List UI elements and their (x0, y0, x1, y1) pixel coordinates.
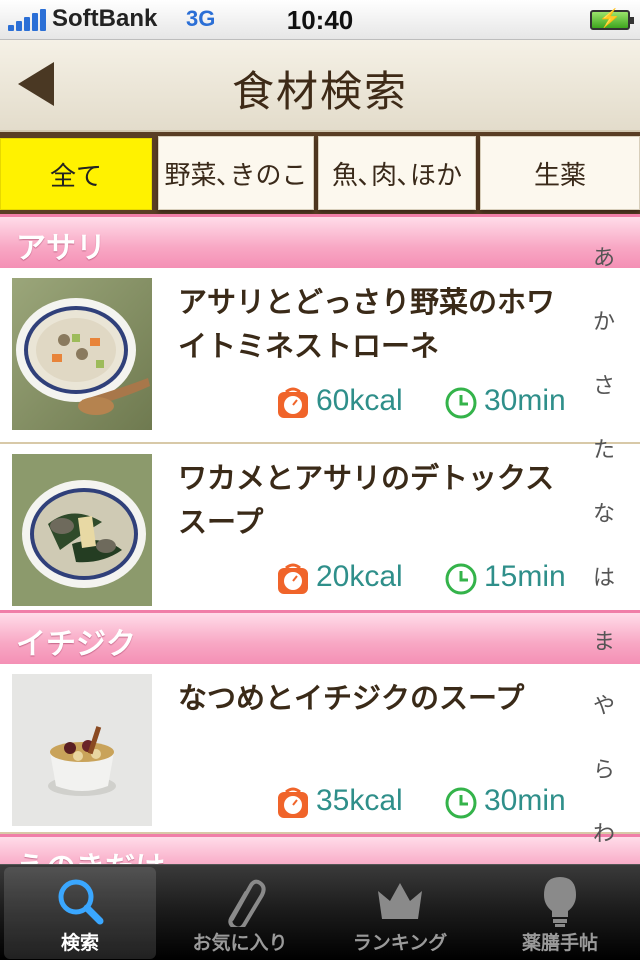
tab-notebook[interactable]: 薬膳手帖 (484, 867, 636, 959)
app-screen: SoftBank 3G 10:40 ⚡ 食材検索 全て 野菜､きのこ 魚､肉､ほ… (0, 0, 640, 960)
calories-value: 60kcal (316, 384, 403, 417)
index-letter[interactable]: わ (582, 816, 626, 848)
crown-icon (378, 883, 422, 919)
index-letter[interactable]: ら (582, 752, 626, 784)
page-title: 食材検索 (231, 67, 408, 116)
lightbulb-icon (544, 877, 576, 927)
recipe-row[interactable]: なつめとイチジクのスープ 35kcal 30min (0, 664, 640, 834)
clock-icon (445, 387, 477, 419)
section-label: イチジク (16, 627, 136, 662)
clock-icon (445, 563, 477, 595)
recipe-row[interactable]: ワカメとアサリのデトックススープ 20kcal 15min (0, 444, 640, 620)
index-letter[interactable]: ま (582, 624, 626, 656)
tab-herbal-medicine[interactable]: 生薬 (480, 136, 640, 210)
tab-ranking[interactable]: ランキング (324, 867, 476, 959)
tab-favorites[interactable]: お気に入り (164, 867, 316, 959)
tab-vegetables-mushrooms[interactable]: 野菜､きのこ (158, 136, 314, 210)
recipe-row[interactable]: アサリとどっさり野菜のホワイトミネストローネ 60kcal 30min (0, 268, 640, 444)
index-letter[interactable]: は (582, 560, 626, 592)
tab-search[interactable]: 検索 (4, 867, 156, 959)
index-letter[interactable]: か (582, 304, 626, 336)
scale-icon (278, 387, 308, 418)
recipe-photo (12, 278, 152, 430)
cooking-time-value: 30min (484, 384, 566, 417)
scale-icon (278, 787, 308, 818)
navigation-bar: 食材検索 (0, 40, 640, 132)
calories-value: 35kcal (316, 784, 403, 817)
index-letter[interactable]: な (582, 496, 626, 528)
recipe-title: なつめとイチジクのスープ (178, 681, 525, 715)
tab-label: 薬膳手帖 (521, 932, 598, 954)
tab-fish-meat-other[interactable]: 魚､肉､ほか (318, 136, 476, 210)
section-header: イチジク (0, 610, 640, 664)
section-label: アサリ (16, 231, 106, 266)
section-header: アサリ (0, 214, 640, 268)
calories-value: 20kcal (316, 560, 403, 593)
scale-icon (278, 563, 308, 594)
tab-label: お気に入り (192, 932, 288, 954)
index-letter[interactable]: さ (582, 368, 626, 400)
kana-index[interactable]: あ か さ た な は ま や ら わ (582, 230, 626, 850)
index-letter[interactable]: あ (582, 240, 626, 272)
index-letter[interactable]: た (582, 432, 626, 464)
section-label: えのきだけ (16, 843, 165, 864)
index-letter[interactable]: や (582, 688, 626, 720)
paperclip-icon (228, 879, 266, 927)
search-icon (58, 879, 104, 925)
clock: 10:40 (286, 5, 354, 35)
cooking-time-value: 15min (484, 560, 566, 593)
tab-label: ランキング (352, 932, 448, 954)
recipe-title: ワカメとアサリのデトックススープ (178, 461, 555, 539)
section-header: えのきだけ (0, 834, 640, 864)
status-bar: SoftBank 3G 10:40 ⚡ (0, 0, 640, 40)
clock-icon (445, 787, 477, 819)
tab-all[interactable]: 全て (0, 138, 152, 210)
recipe-photo (12, 674, 152, 826)
bottom-tab-bar: 検索 お気に入り ランキング 薬膳手帖 (0, 864, 640, 960)
cooking-time-value: 30min (484, 784, 566, 817)
recipe-list[interactable]: アサリ アサリとどっさり野菜のホワイトミネストローネ 60kcal 30min … (0, 214, 640, 864)
category-tabs: 全て 野菜､きのこ 魚､肉､ほか 生薬 (0, 132, 640, 214)
charging-icon: ⚡ (598, 8, 622, 28)
recipe-title: アサリとどっさり野菜のホワイトミネストローネ (178, 285, 556, 363)
battery-icon: ⚡ (590, 8, 634, 30)
recipe-photo (12, 454, 152, 606)
tab-label: 検索 (60, 932, 99, 954)
